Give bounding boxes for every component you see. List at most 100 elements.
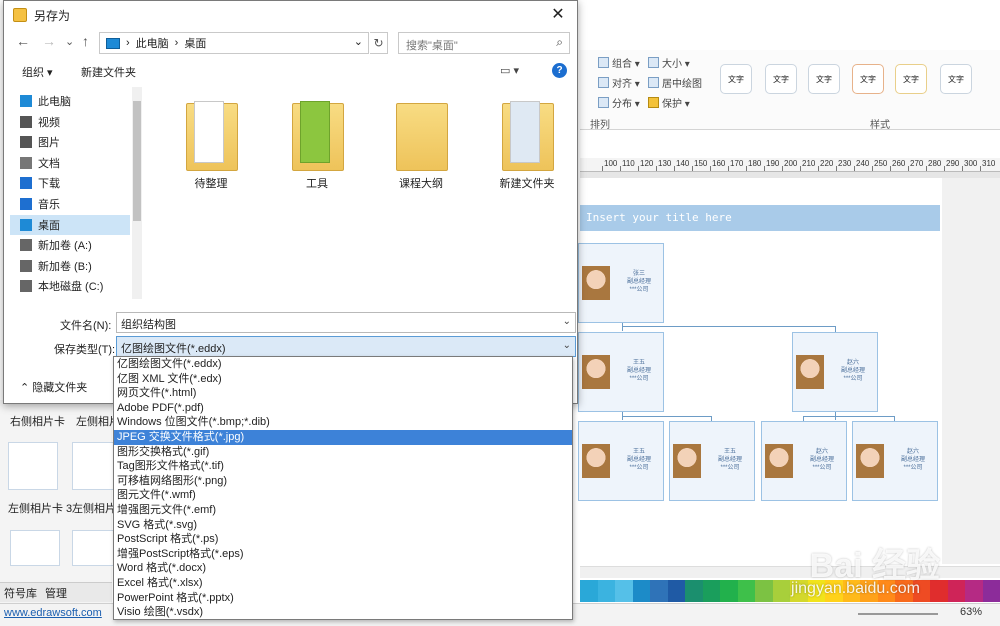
hide-folders-toggle[interactable]: ⌃ 隐藏文件夹 xyxy=(20,379,87,395)
zoom-slider[interactable] xyxy=(858,613,938,615)
filename-input[interactable]: 组织结构图 ⌄ xyxy=(116,312,576,333)
folder-item[interactable]: 待整理 xyxy=(174,99,248,190)
nav-item[interactable]: 视频 xyxy=(10,112,130,132)
color-swatch[interactable] xyxy=(772,580,790,602)
new-folder-button[interactable]: 新建文件夹 xyxy=(81,64,136,80)
style-preset-5[interactable]: 文字 xyxy=(895,64,927,94)
up-button[interactable]: ↑ xyxy=(82,33,89,49)
breadcrumb-desktop[interactable]: 桌面 xyxy=(184,35,206,51)
org-card[interactable]: 赵六 副总经理 ***公司 xyxy=(761,421,847,501)
tab-symbol-library[interactable]: 符号库 xyxy=(4,585,37,601)
dialog-title-bar[interactable]: 另存为 ✕ xyxy=(4,1,577,29)
color-swatch[interactable] xyxy=(580,580,598,602)
color-swatch[interactable] xyxy=(597,580,615,602)
folder-item[interactable]: 新建文件夹 xyxy=(490,99,564,190)
combine-button[interactable]: 组合 ▾ xyxy=(598,55,640,70)
zoom-level[interactable]: 63% xyxy=(960,606,982,618)
chevron-down-icon[interactable]: ⌄ xyxy=(354,35,363,48)
filetype-option[interactable]: 亿图绘图文件(*.eddx) xyxy=(114,357,572,372)
nav-item[interactable]: 新加卷 (B:) xyxy=(10,256,130,276)
filetype-option[interactable]: Word 格式(*.docx) xyxy=(114,561,572,576)
search-icon[interactable]: ⌕ xyxy=(556,35,563,50)
filetype-option[interactable]: PostScript 格式(*.ps) xyxy=(114,532,572,547)
chevron-down-icon[interactable]: ⌄ xyxy=(563,340,571,351)
color-swatch[interactable] xyxy=(667,580,685,602)
breadcrumb-this-pc[interactable]: 此电脑 xyxy=(136,35,169,51)
style-preset-1[interactable]: 文字 xyxy=(720,64,752,94)
color-swatch[interactable] xyxy=(702,580,720,602)
filetype-option[interactable]: Tag图形文件格式(*.tif) xyxy=(114,459,572,474)
nav-item[interactable]: 图片 xyxy=(10,132,130,152)
close-button[interactable]: ✕ xyxy=(545,3,571,27)
nav-item[interactable]: 文档 xyxy=(10,153,130,173)
filetype-option[interactable]: 增强PostScript格式(*.eps) xyxy=(114,547,572,562)
view-options-button[interactable]: ▭ ▾ xyxy=(500,64,519,77)
library-shape-label[interactable]: 左侧相片卡 3 xyxy=(8,500,72,516)
forward-button[interactable]: → xyxy=(42,33,56,49)
color-swatch[interactable] xyxy=(615,580,633,602)
folder-item[interactable]: 课程大纲 xyxy=(384,99,458,190)
distribute-button[interactable]: 分布 ▾ xyxy=(598,95,640,110)
filetype-option[interactable]: 网页文件(*.html) xyxy=(114,386,572,401)
style-preset-4[interactable]: 文字 xyxy=(852,64,884,94)
chevron-down-icon[interactable]: ⌄ xyxy=(563,316,571,327)
filetype-select[interactable]: 亿图绘图文件(*.eddx) ⌄ xyxy=(116,336,576,357)
filetype-option[interactable]: 亿图 XML 文件(*.edx) xyxy=(114,372,572,387)
style-preset-6[interactable]: 文字 xyxy=(940,64,972,94)
filetype-option[interactable]: Windows 位图文件(*.bmp;*.dib) xyxy=(114,415,572,430)
color-swatch[interactable] xyxy=(965,580,983,602)
refresh-button[interactable]: ↻ xyxy=(370,32,388,54)
filetype-option[interactable]: JPEG 交换文件格式(*.jpg) xyxy=(114,429,572,445)
person-shape-thumbnail[interactable] xyxy=(10,530,60,566)
color-swatch[interactable] xyxy=(982,580,1000,602)
org-card[interactable]: 赵六 副总经理 ***公司 xyxy=(792,332,878,412)
org-card[interactable]: 张三 副总经理 ***公司 xyxy=(578,243,664,323)
back-button[interactable]: ← xyxy=(16,33,30,49)
navigation-scrollbar[interactable] xyxy=(132,87,142,299)
color-swatch[interactable] xyxy=(737,580,755,602)
color-swatch[interactable] xyxy=(632,580,650,602)
nav-item[interactable]: 下载 xyxy=(10,173,130,193)
filetype-option[interactable]: 可移植网络图形(*.png) xyxy=(114,474,572,489)
folder-item[interactable]: 工具 xyxy=(280,99,354,190)
color-swatch[interactable] xyxy=(755,580,773,602)
filetype-option[interactable]: Excel 格式(*.xlsx) xyxy=(114,576,572,591)
organize-menu-button[interactable]: 组织 ▾ xyxy=(22,64,53,80)
diagram-title[interactable]: Insert your title here xyxy=(580,205,940,231)
org-card[interactable]: 王五 副总经理 ***公司 xyxy=(669,421,755,501)
website-link[interactable]: www.edrawsoft.com xyxy=(4,607,102,619)
style-preset-2[interactable]: 文字 xyxy=(765,64,797,94)
filetype-option[interactable]: Adobe PDF(*.pdf) xyxy=(114,401,572,416)
library-shape-label[interactable]: 左侧相片 xyxy=(72,500,116,516)
filetype-option[interactable]: 增强图元文件(*.emf) xyxy=(114,503,572,518)
nav-item[interactable]: 本地磁盘 (C:) xyxy=(10,276,130,296)
nav-item[interactable]: 音乐 xyxy=(10,194,130,214)
style-preset-3[interactable]: 文字 xyxy=(808,64,840,94)
library-shape-label[interactable]: 右侧相片卡 xyxy=(10,413,65,429)
size-button[interactable]: 大小 ▾ xyxy=(648,55,690,70)
org-card[interactable]: 王五 副总经理 ***公司 xyxy=(578,421,664,501)
tab-manage[interactable]: 管理 xyxy=(45,585,67,601)
protect-button[interactable]: 保护 ▾ xyxy=(648,95,690,110)
help-icon[interactable]: ? xyxy=(552,63,567,78)
address-bar[interactable]: › 此电脑 › 桌面 ⌄ xyxy=(99,32,369,54)
photo-card-thumbnail[interactable] xyxy=(8,442,58,490)
nav-item[interactable]: 桌面 xyxy=(10,214,130,235)
search-input[interactable]: 搜索"桌面" ⌕ xyxy=(398,32,570,54)
filetype-option[interactable]: 图元文件(*.wmf) xyxy=(114,488,572,503)
recent-locations-button[interactable]: ⌄ xyxy=(65,35,74,48)
filetype-option[interactable]: PowerPoint 格式(*.pptx) xyxy=(114,591,572,606)
color-swatch[interactable] xyxy=(720,580,738,602)
org-card[interactable]: 王五 副总经理 ***公司 xyxy=(578,332,664,412)
nav-item[interactable]: 此电脑 xyxy=(10,91,130,111)
scrollbar-thumb[interactable] xyxy=(133,101,141,221)
org-card[interactable]: 赵六 副总经理 ***公司 xyxy=(852,421,938,501)
center-drawing-button[interactable]: 居中绘图 xyxy=(648,75,702,90)
color-swatch[interactable] xyxy=(650,580,668,602)
filetype-option[interactable]: SVG 格式(*.svg) xyxy=(114,518,572,533)
color-swatch[interactable] xyxy=(947,580,965,602)
color-swatch[interactable] xyxy=(685,580,703,602)
filetype-option[interactable]: Visio 绘图(*.vsdx) xyxy=(114,605,572,620)
align-button[interactable]: 对齐 ▾ xyxy=(598,75,640,90)
filetype-option[interactable]: 图形交换格式(*.gif) xyxy=(114,445,572,460)
